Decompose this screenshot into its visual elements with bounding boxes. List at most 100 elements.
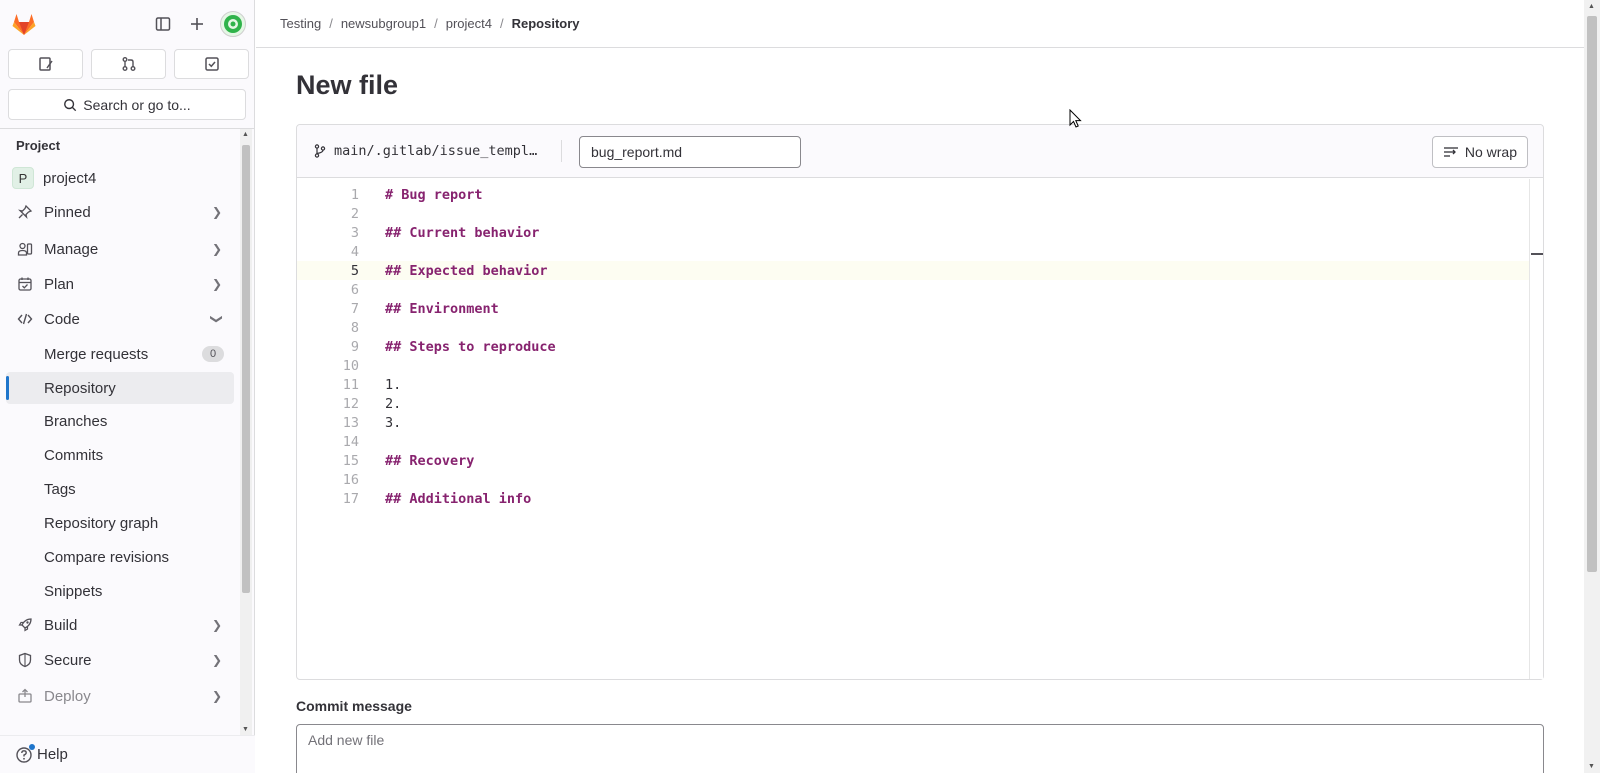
sidebar-scrollbar-thumb[interactable] xyxy=(242,145,250,593)
cursor-marker xyxy=(1531,253,1543,255)
line-text: 3. xyxy=(385,414,402,431)
sidebar-item-snippets[interactable]: Snippets xyxy=(6,575,234,607)
sidebar-item-label: Manage xyxy=(44,240,99,258)
page-scrollbar-thumb[interactable] xyxy=(1587,16,1597,572)
sidebar-item-build[interactable]: Build ❯ xyxy=(6,609,234,641)
code-icon xyxy=(15,311,35,327)
code-line[interactable]: 4 xyxy=(297,242,1529,261)
sidebar-section-title: Project xyxy=(16,138,61,153)
line-text: ## Environment xyxy=(385,300,499,317)
code-line[interactable]: 1 # Bug report xyxy=(297,185,1529,204)
line-number: 14 xyxy=(342,433,359,450)
code-line[interactable]: 7 ## Environment xyxy=(297,299,1529,318)
sidebar-item-tags[interactable]: Tags xyxy=(6,473,234,505)
merge-requests-button[interactable] xyxy=(91,49,166,79)
sidebar-item-label: Plan xyxy=(44,275,75,293)
code-line[interactable]: 6 xyxy=(297,280,1529,299)
todos-button[interactable] xyxy=(174,49,249,79)
sidebar-nav: Project P project4 Pinned ❯ Manage ❯ Pla… xyxy=(0,129,238,735)
commit-message-input[interactable]: Add new file xyxy=(296,724,1544,773)
editor-scrollbar[interactable] xyxy=(1529,179,1543,679)
code-line[interactable]: 15 ## Recovery xyxy=(297,451,1529,470)
sidebar-toggle-icon[interactable] xyxy=(152,13,174,35)
sidebar-item-label: Repository xyxy=(44,379,116,397)
line-number: 16 xyxy=(342,471,359,488)
code-line[interactable]: 13 3. xyxy=(297,413,1529,432)
gitlab-tanuki-icon[interactable] xyxy=(11,11,37,37)
code-line[interactable]: 3 ## Current behavior xyxy=(297,223,1529,242)
sidebar-item-manage[interactable]: Manage ❯ xyxy=(6,233,234,265)
plus-icon[interactable] xyxy=(186,13,208,35)
search-button[interactable]: Search or go to... xyxy=(8,89,246,120)
sidebar-item-repository[interactable]: Repository xyxy=(6,372,234,404)
shield-icon xyxy=(15,652,35,668)
no-wrap-button[interactable]: No wrap xyxy=(1431,136,1528,168)
breadcrumb-current[interactable]: Repository xyxy=(512,16,580,31)
deploy-icon xyxy=(15,688,35,704)
code-line[interactable]: 14 xyxy=(297,432,1529,451)
sidebar-item-label: Branches xyxy=(44,412,108,430)
sidebar-item-label: Merge requests xyxy=(44,345,149,363)
chevron-right-icon: ❯ xyxy=(211,277,222,291)
merge-request-icon xyxy=(122,57,135,71)
code-line[interactable]: 8 xyxy=(297,318,1529,337)
breadcrumb-separator: / xyxy=(434,16,438,31)
sidebar-item-code[interactable]: Code ❯ xyxy=(6,303,234,335)
code-line[interactable]: 16 xyxy=(297,470,1529,489)
scroll-up-icon[interactable]: ▲ xyxy=(1588,3,1595,10)
code-line[interactable]: 17 ## Additional info xyxy=(297,489,1529,508)
sidebar: Search or go to... Project P project4 Pi… xyxy=(0,0,255,773)
line-number: 9 xyxy=(350,338,359,355)
code-line[interactable]: 12 2. xyxy=(297,394,1529,413)
main-content: Testing / newsubgroup1 / project4 / Repo… xyxy=(256,0,1584,773)
sidebar-item-commits[interactable]: Commits xyxy=(6,439,234,471)
no-wrap-label: No wrap xyxy=(1464,144,1517,160)
sidebar-item-label: Compare revisions xyxy=(44,548,170,566)
line-number: 2 xyxy=(350,205,359,222)
issues-button[interactable] xyxy=(8,49,83,79)
breadcrumb-group[interactable]: Testing xyxy=(280,16,321,31)
users-icon xyxy=(15,241,35,257)
sidebar-item-branches[interactable]: Branches xyxy=(6,405,234,437)
code-line[interactable]: 2 xyxy=(297,204,1529,223)
sidebar-item-compare-revisions[interactable]: Compare revisions xyxy=(6,541,234,573)
sidebar-item-merge-requests[interactable]: Merge requests 0 xyxy=(6,338,234,370)
filename-input[interactable] xyxy=(579,136,801,168)
line-number: 13 xyxy=(342,414,359,431)
code-line[interactable]: 5 ## Expected behavior xyxy=(297,261,1529,280)
scroll-down-icon[interactable]: ▼ xyxy=(1588,763,1595,770)
code-area[interactable]: 1 # Bug report 2 3 ## Current behavior 4 5 ## E… xyxy=(297,179,1529,679)
scroll-down-icon[interactable]: ▼ xyxy=(242,726,249,733)
line-number: 11 xyxy=(342,376,359,393)
line-number: 1 xyxy=(350,186,359,203)
line-number: 17 xyxy=(342,490,359,507)
sidebar-item-secure[interactable]: Secure ❯ xyxy=(6,644,234,676)
code-line[interactable]: 11 1. xyxy=(297,375,1529,394)
line-number: 3 xyxy=(350,224,359,241)
line-number: 12 xyxy=(342,395,359,412)
sidebar-item-pinned[interactable]: Pinned ❯ xyxy=(6,196,234,228)
avatar[interactable] xyxy=(220,11,246,37)
code-line[interactable]: 10 xyxy=(297,356,1529,375)
code-line[interactable]: 9 ## Steps to reproduce xyxy=(297,337,1529,356)
scroll-up-icon[interactable]: ▲ xyxy=(242,131,249,138)
breadcrumb-subgroup[interactable]: newsubgroup1 xyxy=(341,16,426,31)
help-button[interactable]: Help xyxy=(0,735,255,773)
help-label: Help xyxy=(37,746,68,763)
line-text: ## Steps to reproduce xyxy=(385,338,556,355)
sidebar-scrollbar[interactable]: ▲ ▼ xyxy=(240,129,252,735)
sidebar-item-plan[interactable]: Plan ❯ xyxy=(6,268,234,300)
breadcrumb-project[interactable]: project4 xyxy=(446,16,492,31)
mouse-pointer-icon xyxy=(1069,109,1082,128)
page-scrollbar[interactable]: ▲ ▼ xyxy=(1584,0,1600,773)
search-icon xyxy=(64,98,77,111)
sidebar-item-deploy[interactable]: Deploy ❯ xyxy=(6,680,234,712)
sidebar-item-label: project4 xyxy=(43,169,97,187)
line-text: ## Recovery xyxy=(385,452,475,469)
sidebar-item-project[interactable]: P project4 xyxy=(6,162,234,194)
sidebar-quick-buttons xyxy=(8,49,249,79)
line-text: 2. xyxy=(385,395,402,412)
chevron-right-icon: ❯ xyxy=(211,689,222,703)
sidebar-item-repository-graph[interactable]: Repository graph xyxy=(6,507,234,539)
line-number: 5 xyxy=(350,262,359,279)
